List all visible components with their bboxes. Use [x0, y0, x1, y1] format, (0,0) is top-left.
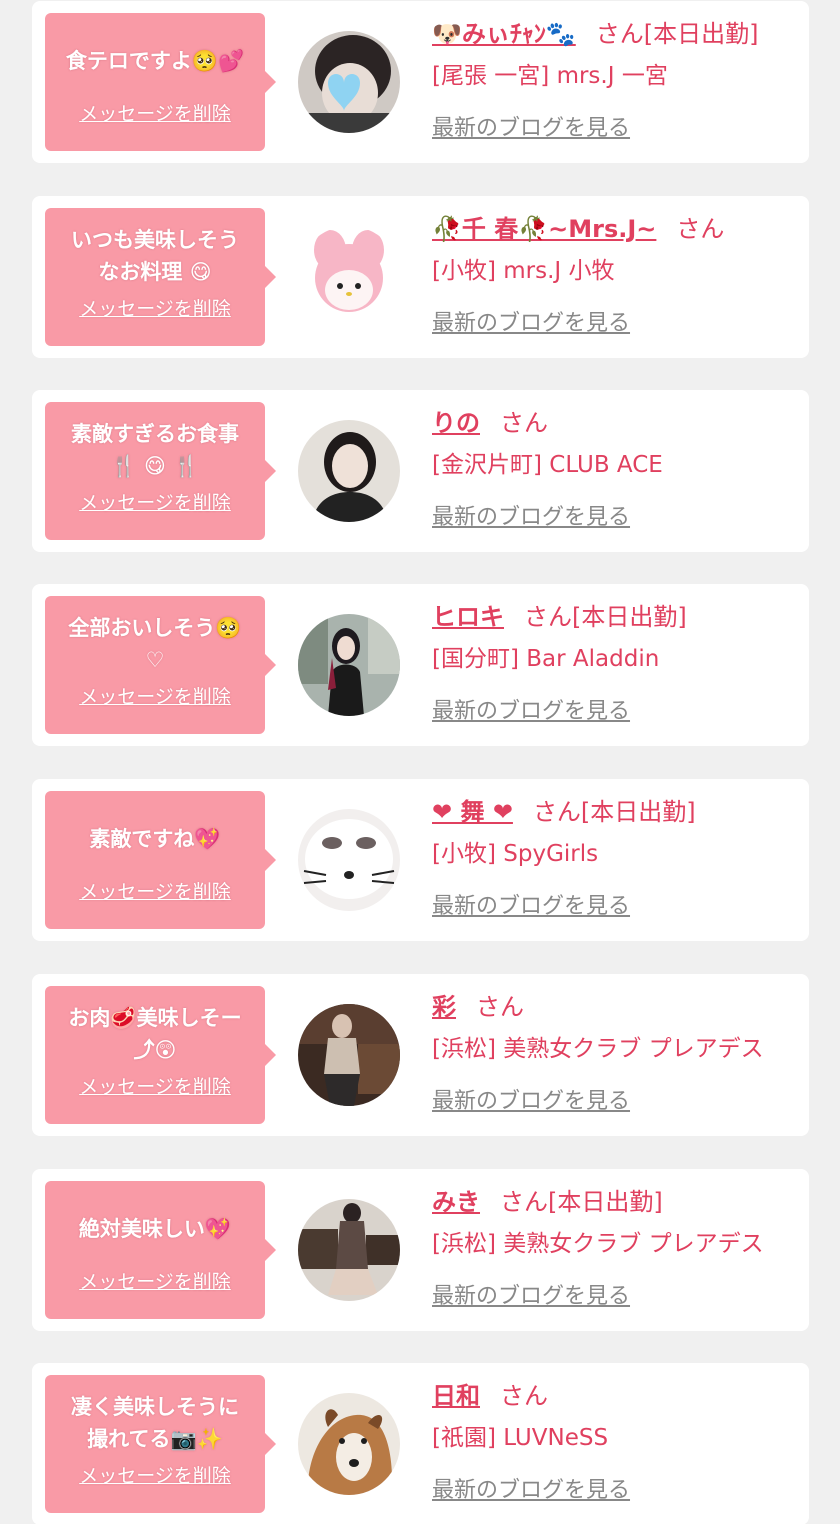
message-text: 素敵ですね💖: [89, 827, 221, 851]
cast-info: 彩さん [浜松] 美熟女クラブ プレアデス 最新のブログを見る: [432, 987, 802, 1115]
delete-message-link[interactable]: メッセージを削除: [55, 1072, 255, 1099]
cast-info: ヒロキ さん[本日出勤] [国分町] Bar Aladdin 最新のブログを見る: [432, 597, 802, 725]
message-bubble: 素敵ですね💖 メッセージを削除: [45, 791, 276, 929]
avatar[interactable]: [298, 226, 400, 328]
cast-status: さん[本日出勤]: [595, 20, 759, 48]
pink-plush-icon: [298, 226, 400, 328]
cast-status: さん[本日出勤]: [532, 798, 696, 826]
shop-name: [金沢片町] CLUB ACE: [432, 452, 663, 478]
message-card: 全部おいしそう🥺 ♡ メッセージを削除 ヒロキ さん[本日出勤] [国分町] Ba…: [32, 584, 809, 746]
message-card: 素敵ですね💖 メッセージを削除 ❤ 舞 ❤ さん[本日出勤] [小牧] SpyGi…: [32, 779, 809, 941]
shop-name: [国分町] Bar Aladdin: [432, 646, 660, 672]
cast-info: みき さん[本日出勤] [浜松] 美熟女クラブ プレアデス 最新のブログを見る: [432, 1182, 802, 1310]
shop-name: [小牧] mrs.J 小牧: [432, 258, 615, 284]
cast-name-link[interactable]: ヒロキ: [432, 603, 504, 631]
latest-blog-link[interactable]: 最新のブログを見る: [432, 693, 630, 725]
avatar[interactable]: [298, 1393, 400, 1495]
cast-status: さん: [476, 993, 524, 1021]
message-text: 凄く美味しそうに 撮れてる📷✨: [71, 1395, 239, 1451]
cast-info: 日和 さん [祇園] LUVNeSS 最新のブログを見る: [432, 1376, 802, 1504]
message-list: 食テロですよ🥺💕 メッセージを削除 🐶みぃﾁｬﾝ🐾 さん[本日出勤] [尾張 一宮…: [0, 0, 840, 1524]
message-bubble: 凄く美味しそうに 撮れてる📷✨ メッセージを削除: [45, 1375, 276, 1513]
latest-blog-link[interactable]: 最新のブログを見る: [432, 305, 630, 337]
cast-name-link[interactable]: 🐶みぃﾁｬﾝ🐾: [432, 20, 576, 48]
shop-name: [尾張 一宮] mrs.J 一宮: [432, 63, 668, 89]
cast-info: 🥀千 春🥀~Mrs.J~ さん [小牧] mrs.J 小牧 最新のブログを見る: [432, 209, 802, 337]
cast-info: ❤ 舞 ❤ さん[本日出勤] [小牧] SpyGirls 最新のブログを見る: [432, 792, 802, 920]
message-bubble: いつも美味しそう なお料理 😋 メッセージを削除: [45, 208, 276, 346]
latest-blog-link[interactable]: 最新のブログを見る: [432, 499, 630, 531]
shop-name: [浜松] 美熟女クラブ プレアデス: [432, 1231, 764, 1257]
avatar[interactable]: [298, 614, 400, 716]
message-bubble: 素敵すぎるお食事 🍴 😋 🍴 メッセージを削除: [45, 402, 276, 540]
message-card: 素敵すぎるお食事 🍴 😋 🍴 メッセージを削除 りの さん [金沢片町] CLUB…: [32, 390, 809, 552]
photo-dog-icon: [298, 1393, 400, 1495]
photo-woman-piano-icon: [298, 1004, 400, 1106]
cast-info: 🐶みぃﾁｬﾝ🐾 さん[本日出勤] [尾張 一宮] mrs.J 一宮 最新のブログを…: [432, 14, 802, 142]
message-bubble: お肉🥩美味しそー ⤴😲 メッセージを削除: [45, 986, 276, 1124]
avatar[interactable]: [298, 31, 400, 133]
cast-name-link[interactable]: みき: [432, 1188, 480, 1216]
cast-name-link[interactable]: 彩: [432, 993, 456, 1021]
latest-blog-link[interactable]: 最新のブログを見る: [432, 888, 630, 920]
delete-message-link[interactable]: メッセージを削除: [55, 682, 255, 709]
cast-info: りの さん [金沢片町] CLUB ACE 最新のブログを見る: [432, 403, 802, 531]
message-card: 凄く美味しそうに 撮れてる📷✨ メッセージを削除 日和 さん [祇園] LUVNe…: [32, 1363, 809, 1524]
delete-message-link[interactable]: メッセージを削除: [55, 99, 255, 126]
shop-name: [浜松] 美熟女クラブ プレアデス: [432, 1036, 764, 1062]
delete-message-link[interactable]: メッセージを削除: [55, 1461, 255, 1488]
message-text: 素敵すぎるお食事 🍴 😋 🍴: [71, 422, 239, 478]
cast-name-link[interactable]: ❤ 舞 ❤: [432, 798, 513, 826]
shop-name: [小牧] SpyGirls: [432, 841, 599, 867]
delete-message-link[interactable]: メッセージを削除: [55, 1267, 255, 1294]
delete-message-link[interactable]: メッセージを削除: [55, 488, 255, 515]
latest-blog-link[interactable]: 最新のブログを見る: [432, 1472, 630, 1504]
latest-blog-link[interactable]: 最新のブログを見る: [432, 110, 630, 142]
avatar[interactable]: [298, 1199, 400, 1301]
photo-woman-sitting-icon: [298, 1199, 400, 1301]
avatar[interactable]: [298, 809, 400, 911]
message-card: 絶対美味しい💖 メッセージを削除 みき さん[本日出勤] [浜松] 美熟女クラブ …: [32, 1169, 809, 1331]
cast-name-link[interactable]: 日和: [432, 1382, 480, 1410]
cast-status: さん[本日出勤]: [500, 1188, 663, 1216]
photo-woman-heart-icon: [298, 31, 400, 133]
message-card: お肉🥩美味しそー ⤴😲 メッセージを削除 彩さん [浜松] 美熟女クラブ プレア…: [32, 974, 809, 1136]
cast-name-link[interactable]: 🥀千 春🥀~Mrs.J~: [432, 215, 656, 243]
latest-blog-link[interactable]: 最新のブログを見る: [432, 1083, 630, 1115]
delete-message-link[interactable]: メッセージを削除: [55, 294, 255, 321]
cast-name-link[interactable]: りの: [432, 409, 480, 437]
shop-name: [祇園] LUVNeSS: [432, 1425, 609, 1451]
message-bubble: 食テロですよ🥺💕 メッセージを削除: [45, 13, 276, 151]
photo-woman-icon: [298, 420, 400, 522]
message-bubble: 全部おいしそう🥺 ♡ メッセージを削除: [45, 596, 276, 734]
message-text: お肉🥩美味しそー ⤴😲: [68, 1006, 242, 1062]
cast-status: さん: [500, 1382, 548, 1410]
cast-status: さん[本日出勤]: [524, 603, 687, 631]
message-card: いつも美味しそう なお料理 😋 メッセージを削除 🥀千 春🥀~Mrs.J~ さん …: [32, 196, 809, 358]
cast-status: さん: [676, 215, 725, 243]
delete-message-link[interactable]: メッセージを削除: [55, 877, 255, 904]
avatar[interactable]: [298, 420, 400, 522]
message-text: いつも美味しそう なお料理 😋: [71, 228, 239, 284]
latest-blog-link[interactable]: 最新のブログを見る: [432, 1278, 630, 1310]
photo-cat-face-icon: [298, 809, 400, 911]
message-text: 食テロですよ🥺💕: [65, 49, 245, 73]
photo-woman-outdoor-icon: [298, 614, 400, 716]
cast-status: さん: [500, 409, 548, 437]
message-text: 絶対美味しい💖: [78, 1217, 232, 1241]
message-card: 食テロですよ🥺💕 メッセージを削除 🐶みぃﾁｬﾝ🐾 さん[本日出勤] [尾張 一宮…: [32, 1, 809, 163]
message-text: 全部おいしそう🥺 ♡: [68, 616, 242, 672]
message-bubble: 絶対美味しい💖 メッセージを削除: [45, 1181, 276, 1319]
avatar[interactable]: [298, 1004, 400, 1106]
